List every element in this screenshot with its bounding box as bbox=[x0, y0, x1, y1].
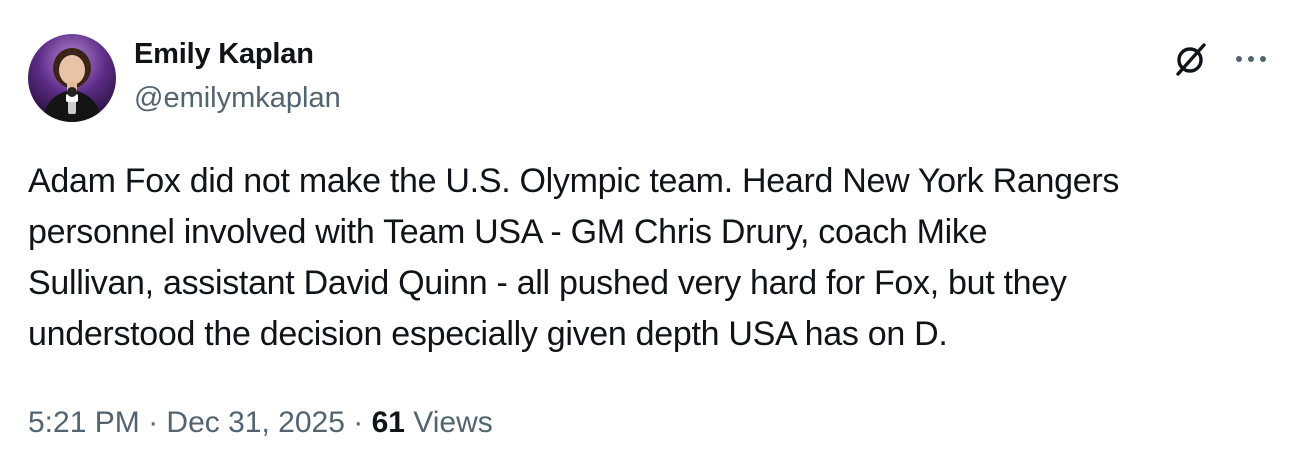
tweet-text-line: personnel involved with Team USA - GM Ch… bbox=[28, 213, 988, 251]
tweet-date[interactable]: Dec 31, 2025 bbox=[166, 406, 344, 439]
tweet-text-line: Adam Fox did not make the U.S. Olympic t… bbox=[28, 162, 1120, 200]
tweet-text-line: understood the decision especially given… bbox=[28, 315, 948, 353]
avatar-image bbox=[28, 34, 116, 122]
tweet-text-line: Sullivan, assistant David Quinn - all pu… bbox=[28, 264, 1067, 302]
grok-icon[interactable] bbox=[1172, 40, 1210, 78]
author-handle[interactable]: @emilymkaplan bbox=[134, 80, 341, 116]
author-display-name[interactable]: Emily Kaplan bbox=[134, 36, 314, 72]
tweet-card: Emily Kaplan @emilymkaplan Adam Fox did … bbox=[0, 0, 1298, 460]
tweet-metadata: 5:21 PM · Dec 31, 2025 · 61 Views bbox=[28, 404, 493, 442]
tweet-text: Adam Fox did not make the U.S. Olympic t… bbox=[28, 156, 1273, 360]
meta-separator: · bbox=[353, 406, 364, 439]
more-options-icon[interactable] bbox=[1232, 44, 1270, 74]
views-count: 61 bbox=[371, 406, 405, 439]
meta-separator: · bbox=[148, 406, 159, 439]
avatar[interactable] bbox=[28, 34, 116, 122]
views-label: Views bbox=[413, 406, 493, 439]
tweet-time[interactable]: 5:21 PM bbox=[28, 406, 140, 439]
